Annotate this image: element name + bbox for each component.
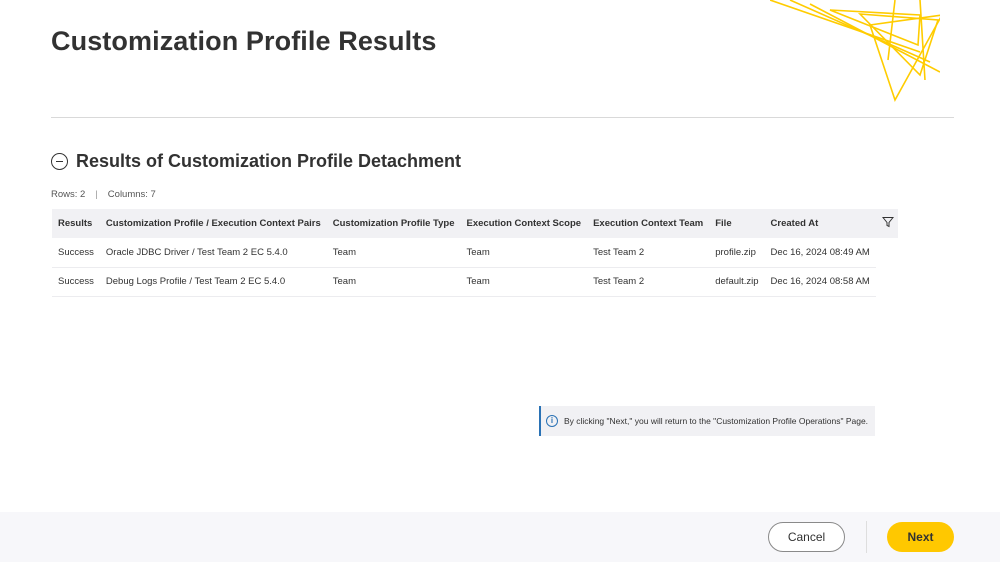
created-cell: Dec 16, 2024 08:49 AM xyxy=(764,238,876,268)
table-row[interactable]: Success Oracle JDBC Driver / Test Team 2… xyxy=(52,238,898,268)
col-type-header[interactable]: Customization Profile Type xyxy=(327,209,461,238)
scope-cell: Team xyxy=(460,238,588,268)
footer-bar: Cancel Next xyxy=(0,512,1000,562)
page: Customization Profile Results Results of… xyxy=(0,0,1000,562)
created-cell: Dec 16, 2024 08:58 AM xyxy=(764,267,876,297)
rows-count: Rows: 2 xyxy=(51,189,86,200)
pair-cell: Oracle JDBC Driver / Test Team 2 EC 5.4.… xyxy=(99,238,327,268)
team-cell: Test Team 2 xyxy=(587,267,710,297)
decorative-lines-graphic xyxy=(770,0,940,102)
type-cell: Team xyxy=(326,267,461,297)
result-cell: Success xyxy=(52,238,100,268)
filter-icon[interactable] xyxy=(881,216,894,228)
col-created-header[interactable]: Created At xyxy=(765,209,876,238)
col-results-header[interactable]: Results xyxy=(52,209,100,238)
counts-separator: | xyxy=(95,189,98,200)
table-row[interactable]: Success Debug Logs Profile / Test Team 2… xyxy=(52,267,898,297)
info-note: i By clicking "Next," you will return to… xyxy=(539,406,875,436)
file-cell: profile.zip xyxy=(709,238,765,268)
info-text: By clicking "Next," you will return to t… xyxy=(564,416,869,426)
row-pad-cell xyxy=(876,267,898,296)
section-header: Results of Customization Profile Detachm… xyxy=(51,151,461,172)
col-scope-header[interactable]: Execution Context Scope xyxy=(461,209,588,238)
table-header-row: Results Customization Profile / Executio… xyxy=(52,209,898,238)
pair-cell: Debug Logs Profile / Test Team 2 EC 5.4.… xyxy=(99,267,327,297)
type-cell: Team xyxy=(326,238,461,268)
next-button[interactable]: Next xyxy=(887,522,954,552)
page-title: Customization Profile Results xyxy=(51,26,437,56)
footer-separator xyxy=(866,521,867,553)
col-pairs-header[interactable]: Customization Profile / Execution Contex… xyxy=(100,209,327,238)
filter-header-cell xyxy=(876,209,898,238)
section-title: Results of Customization Profile Detachm… xyxy=(76,151,462,171)
row-pad-cell xyxy=(876,238,898,267)
table-counts: Rows: 2 | Columns: 7 xyxy=(51,189,156,200)
collapse-minus-icon[interactable] xyxy=(51,153,68,170)
col-team-header[interactable]: Execution Context Team xyxy=(587,209,709,238)
results-table: Results Customization Profile / Executio… xyxy=(52,209,898,297)
col-file-header[interactable]: File xyxy=(709,209,764,238)
columns-count: Columns: 7 xyxy=(107,189,156,200)
info-icon: i xyxy=(546,415,558,427)
divider xyxy=(51,117,954,118)
team-cell: Test Team 2 xyxy=(587,238,710,268)
cancel-button[interactable]: Cancel xyxy=(768,522,845,552)
scope-cell: Team xyxy=(460,267,588,297)
file-cell: default.zip xyxy=(709,267,765,297)
result-cell: Success xyxy=(52,267,100,297)
